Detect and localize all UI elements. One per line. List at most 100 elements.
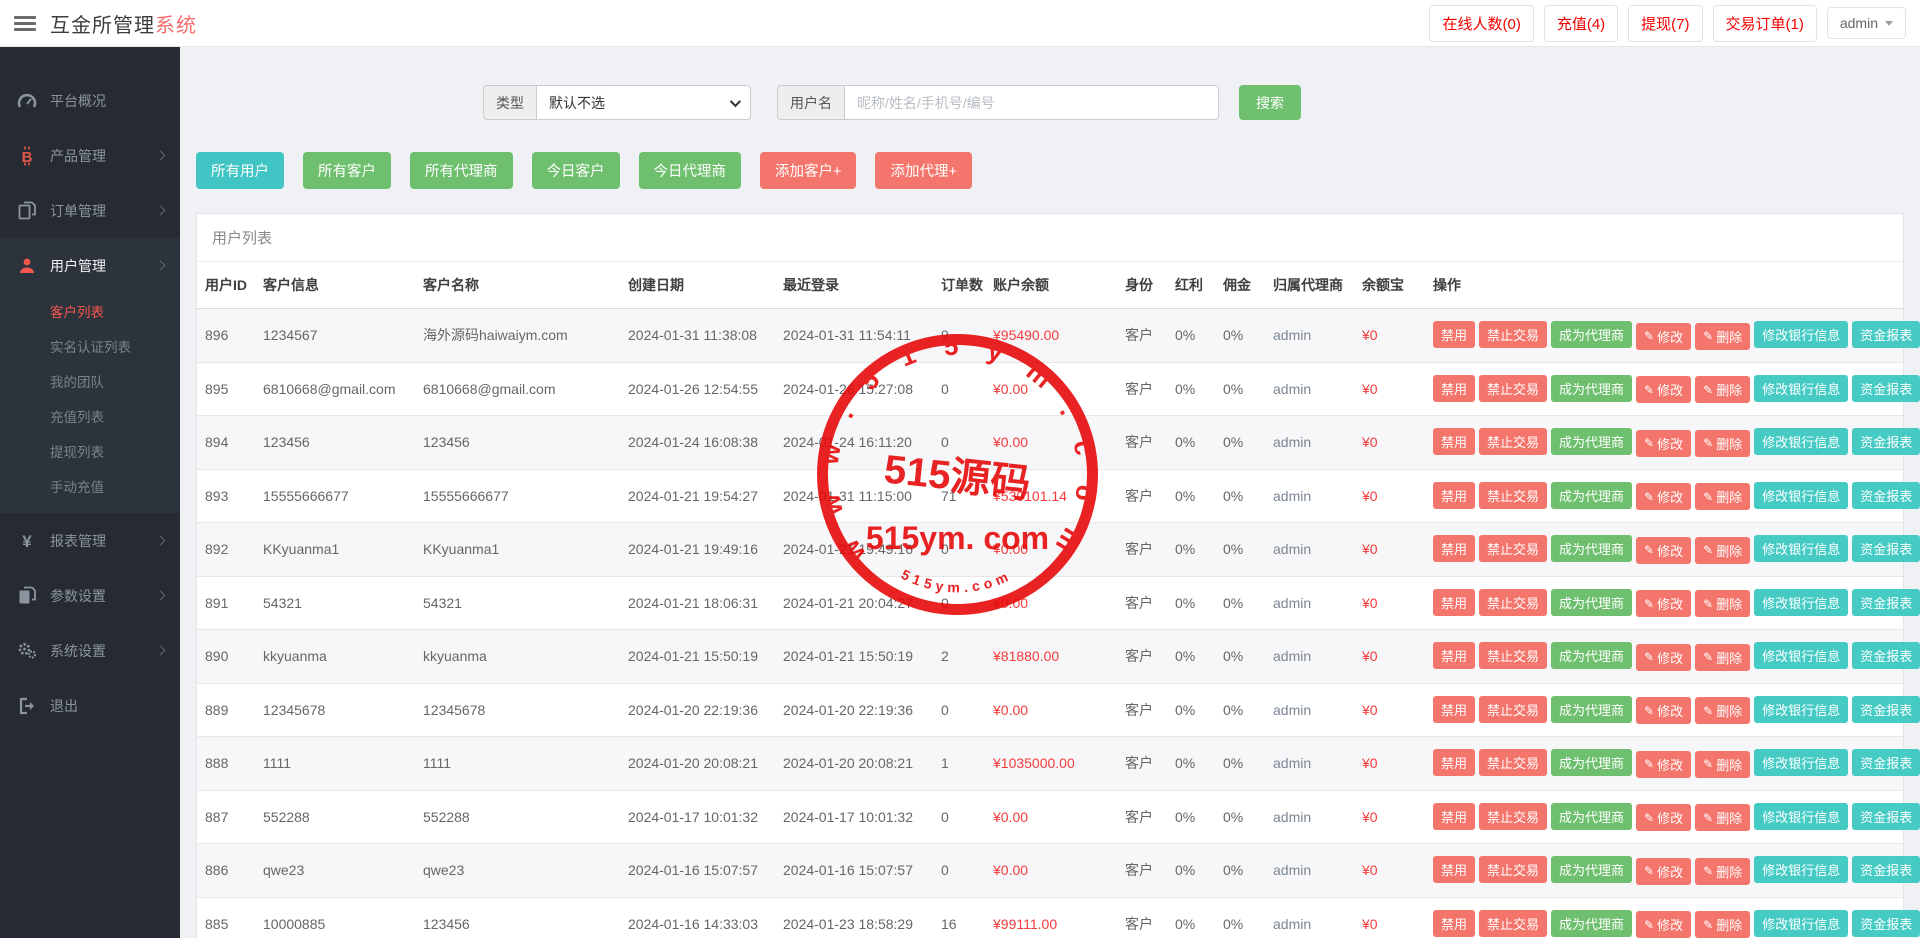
online-users-button[interactable]: 在线人数(0) bbox=[1429, 5, 1533, 42]
delete-button[interactable]: ✎删除 bbox=[1695, 376, 1750, 403]
make-agent-button[interactable]: 成为代理商 bbox=[1551, 856, 1632, 883]
edit-button[interactable]: ✎修改 bbox=[1636, 537, 1691, 564]
disable-button[interactable]: 禁用 bbox=[1433, 482, 1475, 509]
sidebar-item-users[interactable]: 用户管理 bbox=[0, 238, 180, 293]
cell-agent[interactable]: admin bbox=[1265, 416, 1354, 470]
funds-report-button[interactable]: 资金报表 bbox=[1852, 642, 1920, 669]
disable-button[interactable]: 禁用 bbox=[1433, 803, 1475, 830]
edit-bank-button[interactable]: 修改银行信息 bbox=[1754, 482, 1848, 509]
cell-agent[interactable]: admin bbox=[1265, 683, 1354, 737]
funds-report-button[interactable]: 资金报表 bbox=[1852, 910, 1920, 937]
all-users-button[interactable]: 所有用户 bbox=[196, 152, 284, 189]
edit-button[interactable]: ✎修改 bbox=[1636, 911, 1691, 938]
delete-button[interactable]: ✎删除 bbox=[1695, 804, 1750, 831]
sidebar-item-products[interactable]: B 产品管理 bbox=[0, 128, 180, 183]
funds-report-button[interactable]: 资金报表 bbox=[1852, 589, 1920, 616]
sidebar-item-params[interactable]: 参数设置 bbox=[0, 568, 180, 623]
forbid-trade-button[interactable]: 禁止交易 bbox=[1479, 535, 1547, 562]
cell-agent[interactable]: admin bbox=[1265, 576, 1354, 630]
cell-agent[interactable]: admin bbox=[1265, 897, 1354, 938]
edit-button[interactable]: ✎修改 bbox=[1636, 751, 1691, 778]
funds-report-button[interactable]: 资金报表 bbox=[1852, 856, 1920, 883]
disable-button[interactable]: 禁用 bbox=[1433, 428, 1475, 455]
edit-button[interactable]: ✎修改 bbox=[1636, 483, 1691, 510]
disable-button[interactable]: 禁用 bbox=[1433, 856, 1475, 883]
edit-bank-button[interactable]: 修改银行信息 bbox=[1754, 589, 1848, 616]
disable-button[interactable]: 禁用 bbox=[1433, 642, 1475, 669]
today-customers-button[interactable]: 今日客户 bbox=[532, 152, 620, 189]
make-agent-button[interactable]: 成为代理商 bbox=[1551, 428, 1632, 455]
sidebar-item-dashboard[interactable]: 平台概况 bbox=[0, 73, 180, 128]
make-agent-button[interactable]: 成为代理商 bbox=[1551, 749, 1632, 776]
add-customer-button[interactable]: 添加客户+ bbox=[760, 152, 856, 189]
trade-orders-button[interactable]: 交易订单(1) bbox=[1713, 5, 1817, 42]
disable-button[interactable]: 禁用 bbox=[1433, 375, 1475, 402]
forbid-trade-button[interactable]: 禁止交易 bbox=[1479, 375, 1547, 402]
sidebar-subitem-recharge-list[interactable]: 充值列表 bbox=[0, 398, 180, 433]
recharge-button[interactable]: 充值(4) bbox=[1544, 5, 1618, 42]
make-agent-button[interactable]: 成为代理商 bbox=[1551, 375, 1632, 402]
disable-button[interactable]: 禁用 bbox=[1433, 910, 1475, 937]
funds-report-button[interactable]: 资金报表 bbox=[1852, 535, 1920, 562]
delete-button[interactable]: ✎删除 bbox=[1695, 697, 1750, 724]
edit-bank-button[interactable]: 修改银行信息 bbox=[1754, 642, 1848, 669]
edit-bank-button[interactable]: 修改银行信息 bbox=[1754, 321, 1848, 348]
funds-report-button[interactable]: 资金报表 bbox=[1852, 482, 1920, 509]
search-button[interactable]: 搜索 bbox=[1239, 85, 1301, 120]
withdraw-button[interactable]: 提现(7) bbox=[1628, 5, 1702, 42]
forbid-trade-button[interactable]: 禁止交易 bbox=[1479, 749, 1547, 776]
forbid-trade-button[interactable]: 禁止交易 bbox=[1479, 696, 1547, 723]
delete-button[interactable]: ✎删除 bbox=[1695, 430, 1750, 457]
make-agent-button[interactable]: 成为代理商 bbox=[1551, 321, 1632, 348]
admin-dropdown[interactable]: admin bbox=[1827, 7, 1906, 39]
edit-bank-button[interactable]: 修改银行信息 bbox=[1754, 910, 1848, 937]
type-select[interactable]: 默认不选 bbox=[536, 85, 751, 120]
edit-bank-button[interactable]: 修改银行信息 bbox=[1754, 375, 1848, 402]
edit-bank-button[interactable]: 修改银行信息 bbox=[1754, 696, 1848, 723]
funds-report-button[interactable]: 资金报表 bbox=[1852, 696, 1920, 723]
edit-bank-button[interactable]: 修改银行信息 bbox=[1754, 535, 1848, 562]
cell-agent[interactable]: admin bbox=[1265, 469, 1354, 523]
forbid-trade-button[interactable]: 禁止交易 bbox=[1479, 428, 1547, 455]
make-agent-button[interactable]: 成为代理商 bbox=[1551, 589, 1632, 616]
delete-button[interactable]: ✎删除 bbox=[1695, 537, 1750, 564]
all-agents-button[interactable]: 所有代理商 bbox=[410, 152, 513, 189]
funds-report-button[interactable]: 资金报表 bbox=[1852, 375, 1920, 402]
sidebar-subitem-manual-recharge[interactable]: 手动充值 bbox=[0, 468, 180, 503]
sidebar-item-system[interactable]: 系统设置 bbox=[0, 623, 180, 678]
sidebar-subitem-my-team[interactable]: 我的团队 bbox=[0, 363, 180, 398]
make-agent-button[interactable]: 成为代理商 bbox=[1551, 910, 1632, 937]
sidebar-item-logout[interactable]: 退出 bbox=[0, 678, 180, 733]
delete-button[interactable]: ✎删除 bbox=[1695, 483, 1750, 510]
make-agent-button[interactable]: 成为代理商 bbox=[1551, 482, 1632, 509]
delete-button[interactable]: ✎删除 bbox=[1695, 751, 1750, 778]
forbid-trade-button[interactable]: 禁止交易 bbox=[1479, 910, 1547, 937]
delete-button[interactable]: ✎删除 bbox=[1695, 644, 1750, 671]
hamburger-menu-icon[interactable] bbox=[14, 13, 38, 34]
edit-button[interactable]: ✎修改 bbox=[1636, 590, 1691, 617]
edit-button[interactable]: ✎修改 bbox=[1636, 376, 1691, 403]
forbid-trade-button[interactable]: 禁止交易 bbox=[1479, 321, 1547, 348]
edit-button[interactable]: ✎修改 bbox=[1636, 323, 1691, 350]
delete-button[interactable]: ✎删除 bbox=[1695, 323, 1750, 350]
edit-button[interactable]: ✎修改 bbox=[1636, 804, 1691, 831]
delete-button[interactable]: ✎删除 bbox=[1695, 911, 1750, 938]
funds-report-button[interactable]: 资金报表 bbox=[1852, 749, 1920, 776]
cell-agent[interactable]: admin bbox=[1265, 737, 1354, 791]
add-agent-button[interactable]: 添加代理+ bbox=[875, 152, 971, 189]
funds-report-button[interactable]: 资金报表 bbox=[1852, 321, 1920, 348]
cell-agent[interactable]: admin bbox=[1265, 362, 1354, 416]
disable-button[interactable]: 禁用 bbox=[1433, 696, 1475, 723]
edit-button[interactable]: ✎修改 bbox=[1636, 430, 1691, 457]
disable-button[interactable]: 禁用 bbox=[1433, 749, 1475, 776]
edit-bank-button[interactable]: 修改银行信息 bbox=[1754, 428, 1848, 455]
disable-button[interactable]: 禁用 bbox=[1433, 321, 1475, 348]
forbid-trade-button[interactable]: 禁止交易 bbox=[1479, 589, 1547, 616]
sidebar-subitem-withdraw-list[interactable]: 提现列表 bbox=[0, 433, 180, 468]
make-agent-button[interactable]: 成为代理商 bbox=[1551, 696, 1632, 723]
sidebar-subitem-realname-list[interactable]: 实名认证列表 bbox=[0, 328, 180, 363]
cell-agent[interactable]: admin bbox=[1265, 790, 1354, 844]
today-agents-button[interactable]: 今日代理商 bbox=[639, 152, 742, 189]
edit-bank-button[interactable]: 修改银行信息 bbox=[1754, 749, 1848, 776]
forbid-trade-button[interactable]: 禁止交易 bbox=[1479, 642, 1547, 669]
